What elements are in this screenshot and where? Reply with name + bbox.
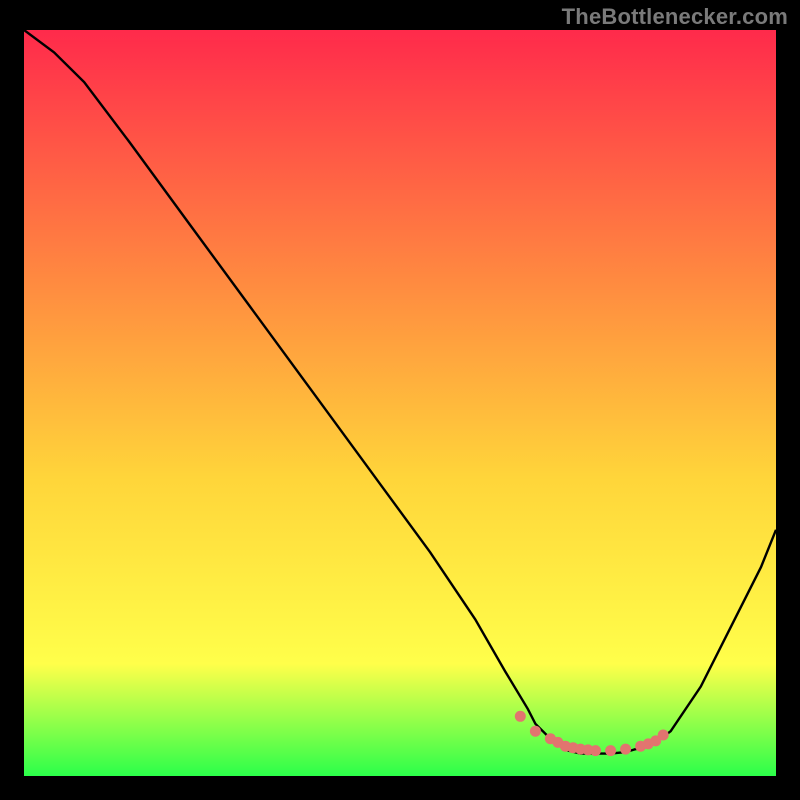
chart-svg bbox=[24, 30, 776, 776]
valley-marker-dot bbox=[530, 726, 541, 737]
valley-marker-dot bbox=[620, 744, 631, 755]
gradient-background bbox=[24, 30, 776, 776]
watermark-text: TheBottlenecker.com bbox=[562, 4, 788, 30]
valley-marker-dot bbox=[515, 711, 526, 722]
chart-frame: TheBottlenecker.com bbox=[0, 0, 800, 800]
valley-marker-dot bbox=[658, 730, 669, 741]
valley-marker-dot bbox=[590, 745, 601, 756]
plot-area bbox=[24, 30, 776, 776]
valley-marker-dot bbox=[605, 745, 616, 756]
